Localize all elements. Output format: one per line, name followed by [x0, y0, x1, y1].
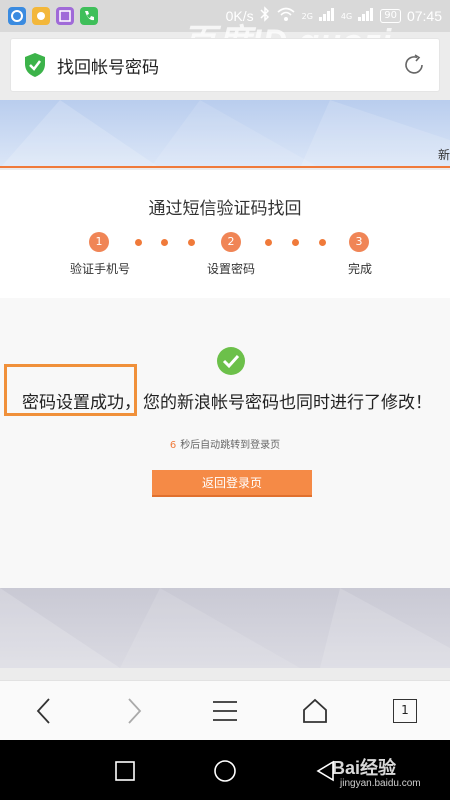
countdown: 6 秒后自动跳转到登录页	[0, 436, 450, 451]
highlight-box	[4, 364, 137, 416]
step-dot	[135, 239, 142, 246]
network-speed: 0K/s	[225, 8, 254, 24]
forward-icon[interactable]	[116, 693, 152, 729]
baidu-watermark-url: jingyan.baidu.com	[340, 778, 421, 789]
page-title: 找回帐号密码	[57, 57, 159, 78]
network-2g-label: 2G	[301, 11, 313, 21]
wifi-icon	[276, 6, 296, 26]
recents-icon[interactable]	[111, 757, 139, 785]
signal-icon-2	[358, 7, 374, 25]
success-detail-text: 您的新浪帐号密码也同时进行了修改！	[143, 393, 432, 413]
weather-app-icon	[32, 7, 50, 25]
home-nav-icon[interactable]	[211, 757, 239, 785]
battery-indicator: 90	[380, 9, 401, 23]
step-dot	[319, 239, 326, 246]
menu-icon[interactable]	[207, 693, 243, 729]
step-3-circle: 3	[349, 232, 369, 252]
refresh-icon[interactable]	[401, 52, 427, 78]
countdown-text: 秒后自动跳转到登录页	[180, 440, 281, 451]
result-panel: 密码设置成功， 您的新浪帐号密码也同时进行了修改！ 6 秒后自动跳转到登录页 返回…	[0, 298, 450, 588]
home-icon[interactable]	[297, 693, 333, 729]
success-check-icon	[216, 346, 246, 376]
signal-icon	[318, 7, 335, 25]
countdown-number: 6	[169, 440, 177, 451]
tabs-button[interactable]: 1	[387, 693, 423, 729]
status-bar: 0K/s 2G 4G 90 07:45	[0, 0, 450, 32]
step-dot	[265, 239, 272, 246]
phone-app-icon	[80, 7, 98, 25]
step-dot	[188, 239, 195, 246]
banner-edge-text: 新	[437, 148, 450, 162]
browser-toolbar: 1	[0, 680, 450, 740]
step-3-label: 完成	[348, 262, 373, 276]
system-nav-bar: Bai经验 jingyan.baidu.com	[0, 740, 450, 800]
step-dot	[161, 239, 168, 246]
decorative-band	[0, 588, 450, 668]
shield-check-icon	[23, 52, 47, 78]
step-2-circle: 2	[221, 232, 241, 252]
network-4g-label: 4G	[340, 11, 353, 21]
back-icon[interactable]	[26, 693, 62, 729]
step-1-label: 验证手机号	[70, 262, 131, 276]
step-dot	[292, 239, 299, 246]
steps-panel: 通过短信验证码找回 1 2 3 验证手机号 设置密码 完成	[0, 170, 450, 298]
header-banner: 新	[0, 100, 450, 168]
clock: 07:45	[406, 8, 442, 24]
bluetooth-icon	[260, 6, 270, 26]
gallery-app-icon	[56, 7, 74, 25]
address-bar[interactable]: 找回帐号密码	[10, 38, 440, 92]
step-1-circle: 1	[89, 232, 109, 252]
tab-count: 1	[393, 699, 417, 723]
browser-app-icon	[8, 7, 26, 25]
step-2-label: 设置密码	[207, 262, 256, 276]
baidu-watermark: Bai经验	[332, 758, 397, 778]
back-to-login-button[interactable]: 返回登录页	[152, 470, 312, 497]
steps-title: 通过短信验证码找回	[148, 199, 302, 219]
